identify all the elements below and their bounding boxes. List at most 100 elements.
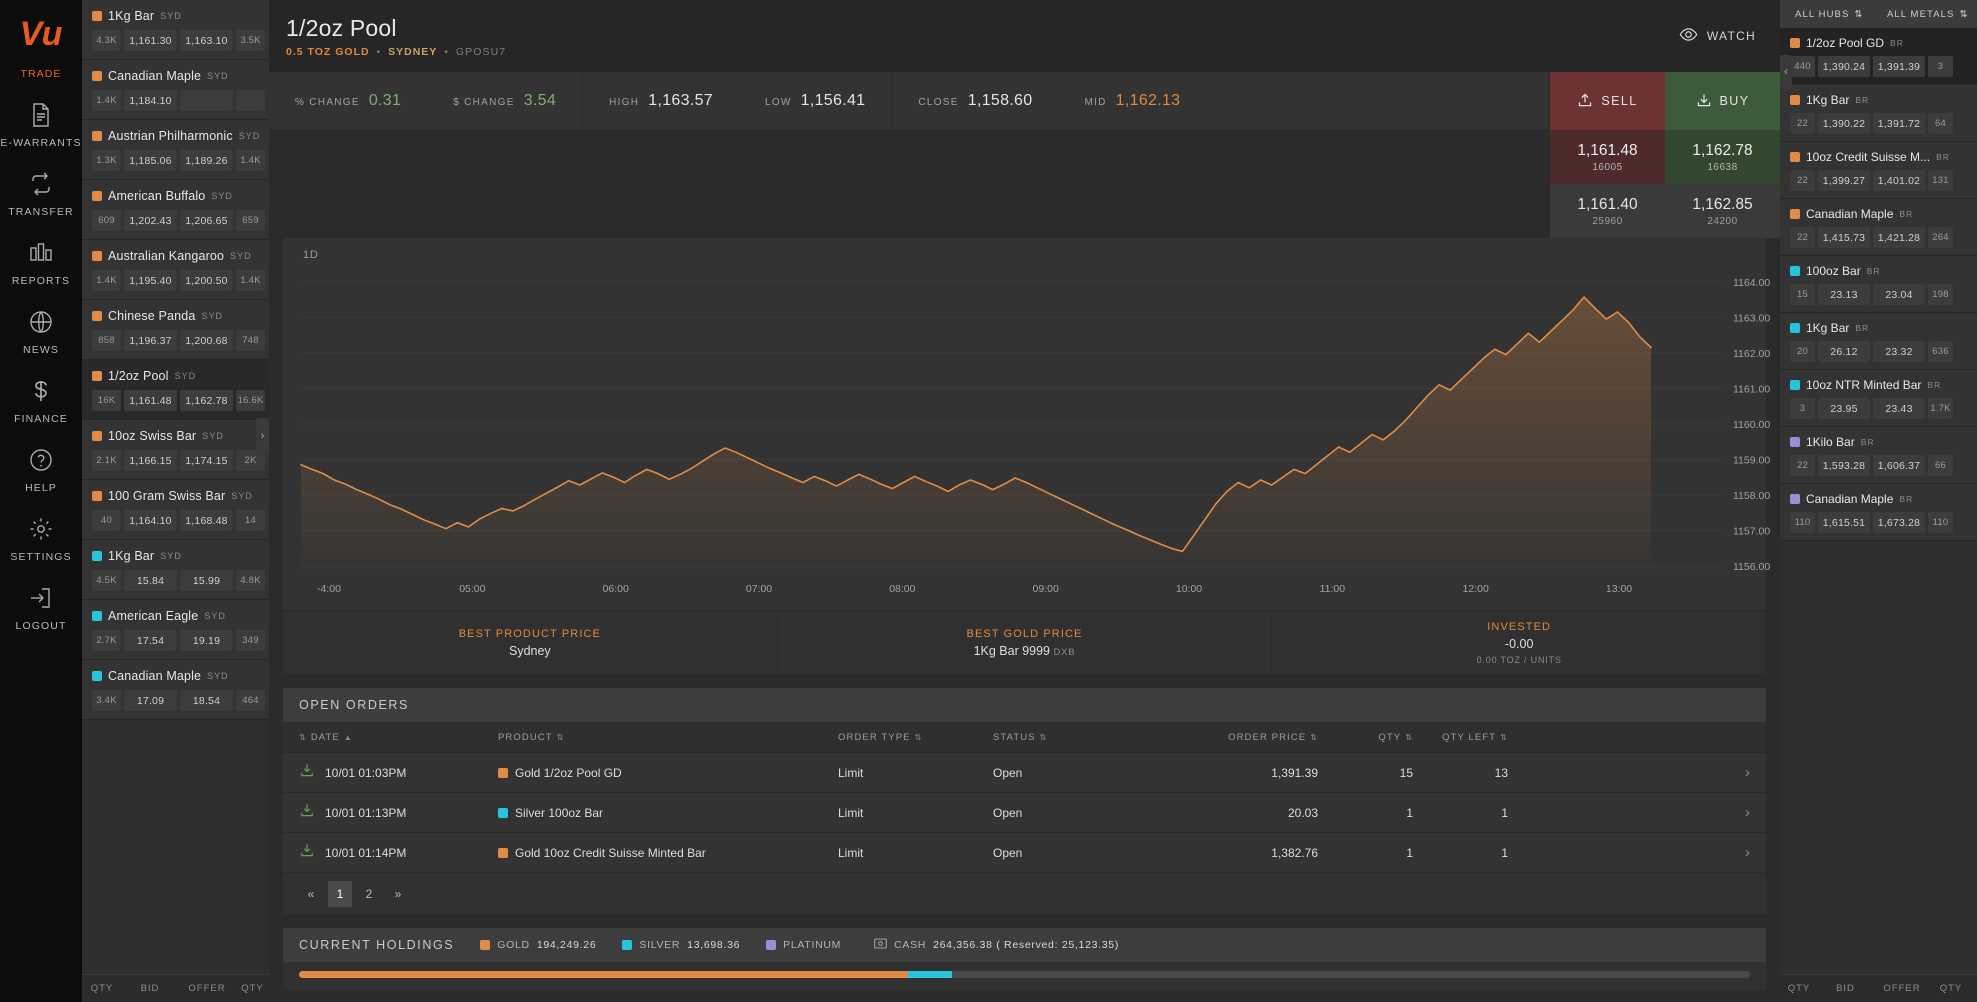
hub-product-row[interactable]: 10oz Credit Suisse M... BR 22 1,399.27 1,401… [1780, 142, 1977, 199]
download-icon[interactable] [299, 842, 315, 863]
product-row[interactable]: 1/2oz Pool SYD 16K 1,161.48 1,162.78 16.6K [82, 360, 269, 420]
table-row[interactable]: 10/01 01:03PM Gold 1/2oz Pool GD Limit Open… [283, 752, 1766, 792]
product-offer[interactable]: 1,163.10 [180, 30, 233, 51]
product-row[interactable]: 1Kg Bar SYD 4.5K 15.84 15.99 4.8K [82, 540, 269, 600]
product-bid[interactable]: 17.09 [124, 690, 177, 711]
buy-price-cell[interactable]: 1,162.78 16638 [1665, 130, 1780, 184]
product-offer[interactable]: 19.19 [180, 630, 233, 651]
hub-offer[interactable]: 1,421.28 [1873, 227, 1925, 248]
column-header-order-type[interactable]: ORDER TYPE ⇅ [838, 732, 993, 743]
hub-product-row[interactable]: 1Kilo Bar BR 22 1,593.28 1,606.37 66 [1780, 427, 1977, 484]
chevron-left-icon[interactable]: ‹ [1780, 55, 1792, 89]
hub-product-row[interactable]: 1Kg Bar BR 20 26.12 23.32 636 [1780, 313, 1977, 370]
sidebar-item-transfer[interactable]: TRANSFER [0, 159, 82, 228]
product-offer[interactable]: 18.54 [180, 690, 233, 711]
product-row[interactable]: Canadian Maple SYD 3.4K 17.09 18.54 464 [82, 660, 269, 720]
product-offer[interactable]: 1,174.15 [180, 450, 233, 471]
sidebar-item-trade[interactable]: TRADE [0, 56, 82, 90]
column-header-product[interactable]: PRODUCT ⇅ [498, 732, 838, 743]
buy-depth-cell[interactable]: 1,162.85 24200 [1665, 184, 1780, 238]
sell-price-cell[interactable]: 1,161.48 16005 [1550, 130, 1665, 184]
hub-bid[interactable]: 23.13 [1818, 284, 1870, 305]
hub-bid[interactable]: 1,390.24 [1818, 56, 1870, 77]
hub-offer[interactable]: 1,401.02 [1873, 170, 1925, 191]
hub-bid[interactable]: 1,390.22 [1818, 113, 1870, 134]
hub-product-row[interactable]: 100oz Bar BR 15 23.13 23.04 198 [1780, 256, 1977, 313]
hub-product-row[interactable]: 1/2oz Pool GD BR 440 1,390.24 1,391.39 3 [1780, 28, 1977, 85]
product-offer[interactable]: 1,200.50 [180, 270, 233, 291]
buy-button[interactable]: BUY [1665, 72, 1780, 130]
product-offer[interactable]: 1,200.68 [180, 330, 233, 351]
product-row[interactable]: American Eagle SYD 2.7K 17.54 19.19 349 [82, 600, 269, 660]
all-metals-filter[interactable]: ALL METALS ⇅ [1879, 9, 1977, 20]
price-chart[interactable]: 1D 1164.00 1163.00 1162.00 1161.00 1160.00 11… [283, 238, 1770, 610]
column-header-qty[interactable]: QTY ⇅ [1318, 732, 1413, 743]
product-bid[interactable]: 1,161.48 [124, 390, 177, 411]
hub-bid[interactable]: 1,593.28 [1818, 455, 1870, 476]
sidebar-item-logout[interactable]: LOGOUT [0, 573, 82, 642]
hub-offer[interactable]: 23.43 [1873, 398, 1925, 419]
chevron-right-icon[interactable]: › [1508, 764, 1766, 781]
hub-bid[interactable]: 1,615.51 [1818, 512, 1870, 533]
hub-product-row[interactable]: Canadian Maple BR 110 1,615.51 1,673.28 110 [1780, 484, 1977, 541]
sell-depth-cell[interactable]: 1,161.40 25960 [1550, 184, 1665, 238]
pagination-button[interactable]: « [299, 881, 323, 907]
download-icon[interactable] [299, 762, 315, 783]
hub-offer[interactable]: 1,673.28 [1873, 512, 1925, 533]
product-bid[interactable]: 17.54 [124, 630, 177, 651]
hub-bid[interactable]: 1,399.27 [1818, 170, 1870, 191]
product-offer[interactable]: 1,168.48 [180, 510, 233, 531]
hub-bid[interactable]: 23.95 [1818, 398, 1870, 419]
product-offer[interactable]: 1,162.78 [180, 390, 233, 411]
product-offer[interactable]: 1,206.65 [180, 210, 233, 231]
hub-offer[interactable]: 23.32 [1873, 341, 1925, 362]
product-bid[interactable]: 1,185.06 [124, 150, 177, 171]
column-header-status[interactable]: STATUS ⇅ [993, 732, 1128, 743]
product-offer[interactable] [180, 90, 233, 111]
product-bid[interactable]: 15.84 [124, 570, 177, 591]
product-row[interactable]: 1Kg Bar SYD 4.3K 1,161.30 1,163.10 3.5K [82, 0, 269, 60]
chevron-right-icon[interactable]: › [1508, 804, 1766, 821]
chevron-right-icon[interactable]: › [1508, 844, 1766, 861]
hub-watchlist-rows[interactable]: 1/2oz Pool GD BR 440 1,390.24 1,391.39 3 1Kg B… [1780, 28, 1977, 541]
product-bid[interactable]: 1,196.37 [124, 330, 177, 351]
sidebar-item-finance[interactable]: FINANCE [0, 366, 82, 435]
product-row[interactable]: Australian Kangaroo SYD 1.4K 1,195.40 1,200.… [82, 240, 269, 300]
product-offer[interactable]: 15.99 [180, 570, 233, 591]
hub-offer[interactable]: 1,606.37 [1873, 455, 1925, 476]
column-header-date[interactable]: ⇅ DATE ▲ [283, 732, 498, 743]
all-hubs-filter[interactable]: ALL HUBS ⇅ [1780, 9, 1879, 20]
product-row[interactable]: 10oz Swiss Bar SYD 2.1K 1,166.15 1,174.15 2K [82, 420, 269, 480]
product-row[interactable]: Austrian Philharmonic SYD 1.3K 1,185.06 1,18… [82, 120, 269, 180]
sidebar-item-news[interactable]: NEWS [0, 297, 82, 366]
sidebar-item-reports[interactable]: REPORTS [0, 228, 82, 297]
product-row[interactable]: 100 Gram Swiss Bar SYD 40 1,164.10 1,168.48 1… [82, 480, 269, 540]
sell-button[interactable]: SELL [1550, 72, 1665, 130]
sidebar-item-help[interactable]: HELP [0, 435, 82, 504]
product-bid[interactable]: 1,202.43 [124, 210, 177, 231]
hub-offer[interactable]: 1,391.39 [1873, 56, 1925, 77]
pagination-button[interactable]: 2 [357, 881, 381, 907]
table-row[interactable]: 10/01 01:13PM Silver 100oz Bar Limit Open 20… [283, 792, 1766, 832]
hub-offer[interactable]: 1,391.72 [1873, 113, 1925, 134]
product-watchlist-scroll[interactable]: 1Kg Bar SYD 4.3K 1,161.30 1,163.10 3.5K Canadi… [82, 0, 269, 1002]
chevron-right-icon[interactable]: › [256, 418, 269, 454]
pagination-button[interactable]: 1 [328, 880, 352, 907]
column-header-qty-left[interactable]: QTY LEFT ⇅ [1413, 732, 1508, 743]
column-header-order-price[interactable]: ORDER PRICE ⇅ [1128, 732, 1318, 743]
hub-bid[interactable]: 1,415.73 [1818, 227, 1870, 248]
product-bid[interactable]: 1,164.10 [124, 510, 177, 531]
table-row[interactable]: 10/01 01:14PM Gold 10oz Credit Suisse Min… [283, 832, 1766, 872]
product-row[interactable]: Chinese Panda SYD 858 1,196.37 1,200.68 748 [82, 300, 269, 360]
product-offer[interactable]: 1,189.26 [180, 150, 233, 171]
sidebar-item-settings[interactable]: SETTINGS [0, 504, 82, 573]
hub-product-row[interactable]: 1Kg Bar BR 22 1,390.22 1,391.72 64 [1780, 85, 1977, 142]
product-bid[interactable]: 1,184.10 [124, 90, 177, 111]
hub-bid[interactable]: 26.12 [1818, 341, 1870, 362]
product-row[interactable]: Canadian Maple SYD 1.4K 1,184.10 [82, 60, 269, 120]
product-row[interactable]: American Buffalo SYD 609 1,202.43 1,206.65 65… [82, 180, 269, 240]
product-bid[interactable]: 1,166.15 [124, 450, 177, 471]
download-icon[interactable] [299, 802, 315, 823]
product-bid[interactable]: 1,161.30 [124, 30, 177, 51]
hub-product-row[interactable]: Canadian Maple BR 22 1,415.73 1,421.28 264 [1780, 199, 1977, 256]
